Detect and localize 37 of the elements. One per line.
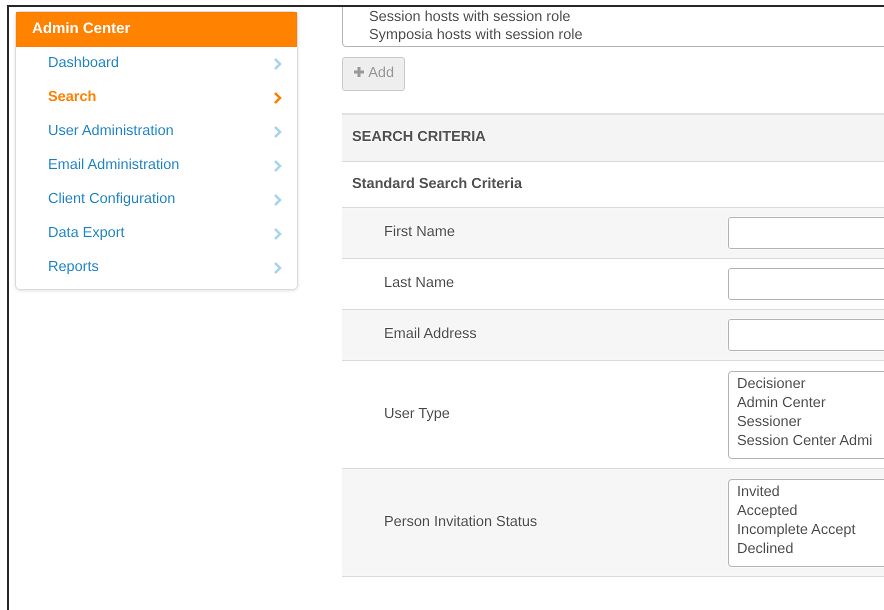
chevron-right-icon xyxy=(273,194,283,206)
field-label: Person Invitation Status xyxy=(383,512,538,532)
sidebar-item[interactable]: Client Configuration xyxy=(16,182,297,216)
list-option[interactable]: Sessioner xyxy=(737,412,884,432)
list-option[interactable]: Declined xyxy=(737,540,884,559)
chevron-right-icon xyxy=(273,160,283,172)
option-listbox[interactable]: Invited Accepted Incomplete Accept Declined xyxy=(728,478,884,567)
chevron-right-icon xyxy=(273,126,283,138)
plus-icon xyxy=(353,66,365,78)
field-label: Last Name xyxy=(383,274,456,294)
list-option[interactable]: Decisioner xyxy=(737,374,884,394)
sidebar-item[interactable]: Reports xyxy=(16,250,297,284)
text-field[interactable] xyxy=(728,217,884,250)
chevron-right-icon xyxy=(273,58,283,70)
list-option[interactable]: Symposia hosts with session role xyxy=(369,26,884,44)
sidebar-item[interactable]: User Administration xyxy=(16,114,297,148)
list-option[interactable]: Admin Center xyxy=(737,394,884,413)
sidebar-title: Admin Center xyxy=(16,12,297,46)
chevron-right-icon xyxy=(273,228,283,240)
chevron-right-icon xyxy=(273,262,283,274)
field-label: First Name xyxy=(383,223,456,242)
role-listbox[interactable]: Session hosts with session role Symposia hosts with session role xyxy=(342,7,884,47)
text-field[interactable] xyxy=(728,319,884,352)
field-label: User Type xyxy=(383,404,451,424)
field-label: Email Address xyxy=(383,325,478,344)
sidebar-item[interactable]: Data Export xyxy=(16,216,297,250)
list-option[interactable]: Session hosts with session role xyxy=(369,8,884,26)
chevron-right-icon xyxy=(273,92,283,104)
sidebar-item[interactable]: Dashboard xyxy=(16,46,297,80)
list-option[interactable]: Incomplete Accept xyxy=(737,520,884,540)
text-field[interactable] xyxy=(728,268,884,300)
option-listbox[interactable]: Decisioner Admin Center Sessioner Session Center Admi xyxy=(728,370,884,459)
sidebar-item[interactable]: Email Administration xyxy=(16,148,297,182)
list-option[interactable]: Session Center Admi xyxy=(737,432,884,451)
list-option[interactable]: Invited xyxy=(737,482,884,502)
panel-header: SEARCH CRITERIA xyxy=(342,112,884,162)
list-option[interactable]: Accepted xyxy=(737,502,884,521)
